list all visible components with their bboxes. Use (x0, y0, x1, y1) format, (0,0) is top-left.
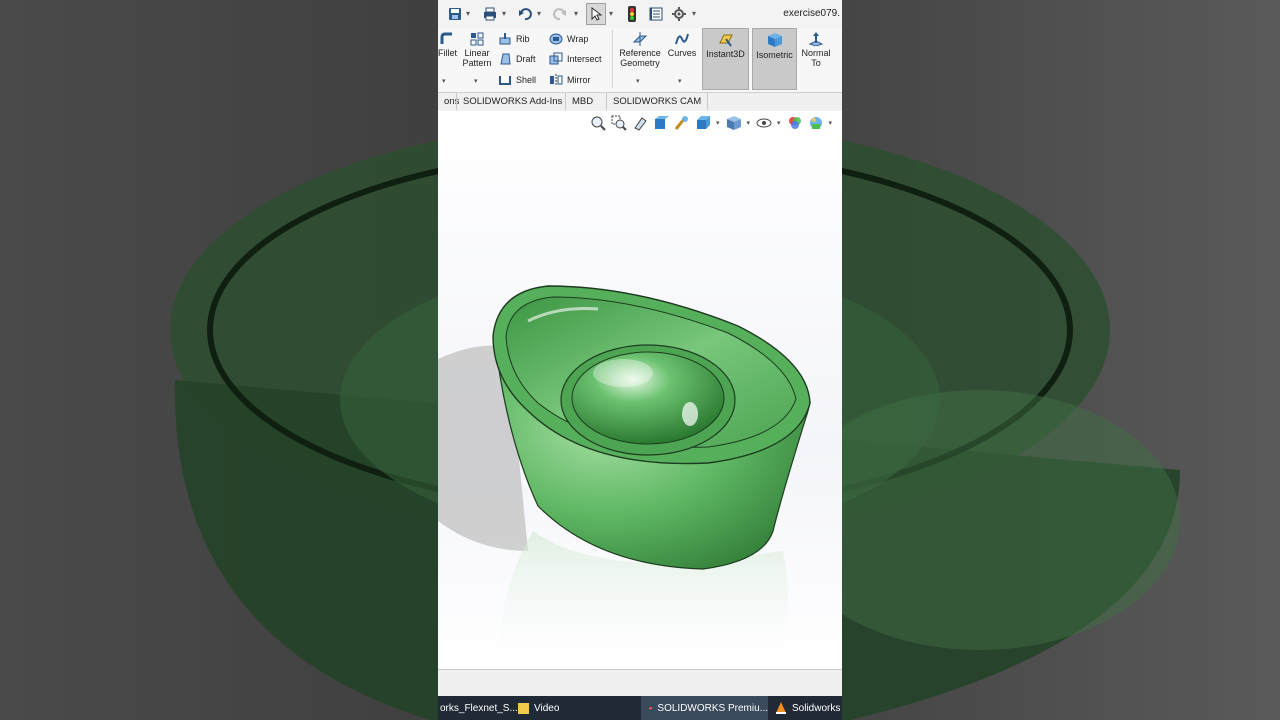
isometric-button[interactable]: Isometric (752, 28, 797, 90)
instant3d-button[interactable]: Instant3D (702, 28, 749, 90)
status-bar (438, 669, 842, 697)
solidworks-app-icon: SW (649, 706, 653, 710)
taskbar-item-label: Video (534, 702, 560, 714)
fillet-icon (440, 32, 452, 44)
select-dropdown-icon[interactable]: ▾ (609, 9, 613, 18)
fillet-button[interactable]: Fillet (438, 32, 458, 58)
reference-geometry-label-1: Reference (619, 48, 661, 58)
command-manager-tabs: ons SOLIDWORKS Add-Ins MBD SOLIDWORKS CA… (438, 93, 842, 112)
shell-label: Shell (516, 75, 537, 85)
isometric-label: Isometric (756, 50, 793, 60)
rib-label: Rib (516, 34, 530, 44)
linear-pattern-label-2: Pattern (462, 58, 492, 68)
graphics-area[interactable]: ▾ ▾ ▾ ▾ (438, 111, 842, 669)
mirror-label: Mirror (567, 75, 591, 85)
linear-pattern-dropdown-icon[interactable]: ▾ (474, 77, 478, 85)
linear-pattern-label-1: Linear (464, 48, 490, 58)
mirror-icon (550, 74, 563, 86)
ribbon-divider (612, 30, 613, 88)
taskbar-item-solidworks-premium[interactable]: SW SOLIDWORKS Premiu... (641, 696, 768, 720)
curves-icon (675, 33, 689, 45)
wrap-button[interactable]: Wrap (549, 32, 588, 46)
instant3d-label: Instant3D (706, 49, 745, 59)
normal-to-button[interactable]: Normal To (799, 32, 833, 68)
intersect-button[interactable]: Intersect (549, 52, 602, 66)
curves-dropdown-icon[interactable]: ▾ (678, 77, 682, 85)
save-dropdown-icon[interactable]: ▾ (466, 9, 470, 18)
shell-button[interactable]: Shell (498, 73, 536, 87)
wrap-icon (549, 33, 563, 45)
draft-button[interactable]: Draft (498, 52, 536, 66)
curves-button[interactable]: Curves (665, 32, 699, 58)
reference-geometry-label-2: Geometry (620, 58, 660, 68)
instant3d-icon (718, 34, 733, 47)
options-icon[interactable] (671, 6, 687, 22)
taskbar-item-solidworks-a[interactable]: Solidworks A (775, 696, 842, 720)
intersect-label: Intersect (567, 54, 602, 64)
draft-icon (500, 53, 511, 65)
command-manager-ribbon: Fillet ▾ Linear Pattern ▾ Rib Draft Shel… (438, 28, 842, 93)
dome-highlight (593, 359, 653, 387)
taskbar-item-video[interactable]: Video (518, 696, 559, 720)
wrap-label: Wrap (567, 34, 589, 44)
folder-icon (518, 703, 529, 714)
tab-solidworks-add-ins[interactable]: SOLIDWORKS Add-Ins (456, 93, 568, 110)
normal-to-label-2: To (811, 58, 821, 68)
taskbar-item-label: Solidworks A (792, 702, 842, 714)
print-icon[interactable] (482, 6, 498, 22)
taskbar-item-label: orks_Flexnet_S... (440, 702, 518, 714)
file-properties-icon[interactable] (648, 6, 664, 22)
fillet-dropdown-icon[interactable]: ▾ (442, 77, 446, 85)
svg-text:SW: SW (649, 708, 652, 710)
normal-to-label-1: Normal (801, 48, 831, 58)
reference-geometry-dropdown-icon[interactable]: ▾ (636, 77, 640, 85)
redo-icon[interactable] (552, 6, 568, 22)
solidworks-window: ▾ ▾ ▾ ▾ ▾ ▾ exercise079. Fillet ▾ Linear… (438, 0, 842, 720)
print-dropdown-icon[interactable]: ▾ (502, 9, 506, 18)
linear-pattern-icon (470, 32, 484, 46)
draft-label: Draft (516, 54, 536, 64)
undo-icon[interactable] (517, 6, 533, 22)
vlc-icon (776, 702, 786, 714)
redo-dropdown-icon[interactable]: ▾ (574, 9, 578, 18)
save-icon[interactable] (447, 6, 463, 22)
tab-mbd[interactable]: MBD (565, 93, 599, 110)
taskbar-item-flexnet[interactable]: orks_Flexnet_S... (438, 696, 518, 720)
isometric-icon (767, 33, 782, 47)
rebuild-icon[interactable] (624, 6, 640, 22)
yuanbao-3d-model[interactable] (438, 111, 842, 669)
document-title: exercise079. (783, 8, 840, 19)
linear-pattern-button[interactable]: Linear Pattern (460, 32, 494, 68)
options-dropdown-icon[interactable]: ▾ (692, 9, 696, 18)
quick-access-toolbar: ▾ ▾ ▾ ▾ ▾ ▾ exercise079. (438, 0, 842, 29)
reference-geometry-button[interactable]: Reference Geometry (617, 32, 663, 68)
normal-to-icon (808, 32, 824, 47)
shell-icon (499, 76, 511, 85)
rib-button[interactable]: Rib (498, 32, 530, 46)
mirror-button[interactable]: Mirror (549, 73, 591, 87)
tab-solidworks-cam[interactable]: SOLIDWORKS CAM (606, 93, 709, 110)
rib-icon (499, 33, 511, 45)
undo-dropdown-icon[interactable]: ▾ (537, 9, 541, 18)
dome-specular (682, 402, 698, 426)
intersect-icon (549, 52, 563, 65)
select-icon[interactable] (586, 3, 606, 25)
taskbar-item-label: SOLIDWORKS Premiu... (657, 702, 768, 714)
windows-taskbar: orks_Flexnet_S... Video SW SOLIDWORKS Pr… (438, 696, 842, 720)
fillet-label: Fillet (438, 48, 458, 58)
curves-label: Curves (667, 48, 697, 58)
reference-geometry-icon (632, 32, 648, 46)
